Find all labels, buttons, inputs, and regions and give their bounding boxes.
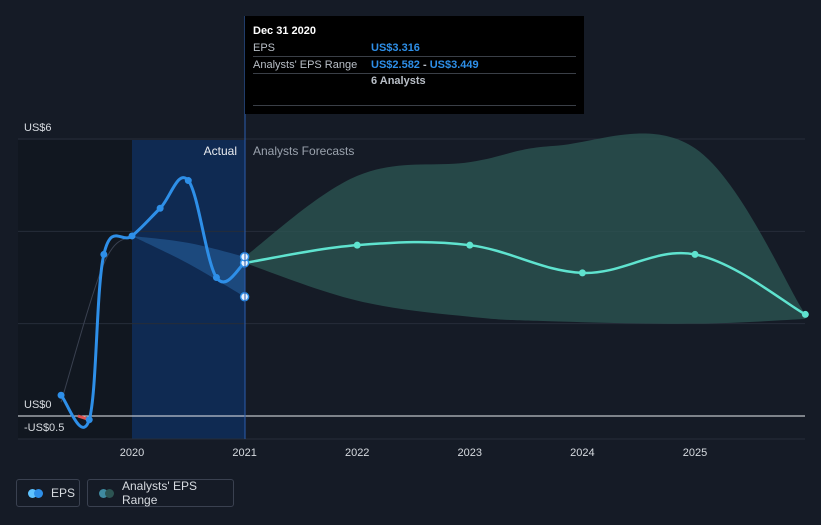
forecast-point	[801, 310, 809, 318]
tooltip-divider	[253, 105, 576, 106]
forecast-point	[578, 269, 586, 277]
actual-label: Actual	[204, 144, 237, 158]
forecast-range-band	[244, 133, 806, 324]
eps-point	[212, 274, 220, 281]
tooltip-range-value: US$2.582 - US$3.449	[371, 59, 479, 71]
x-tick-label: 2020	[120, 447, 144, 459]
tooltip: Dec 31 2020 EPS US$3.316 Analysts' EPS R…	[245, 16, 584, 114]
range-separator: -	[419, 59, 430, 71]
eps-point	[184, 177, 192, 185]
tooltip-analysts: 6 Analysts	[371, 75, 426, 87]
eps-point	[85, 416, 93, 424]
eps-legend-icon	[28, 488, 43, 498]
x-tick-label: 2025	[683, 447, 707, 459]
eps-point	[100, 250, 108, 258]
legend-eps[interactable]: EPS	[16, 479, 80, 507]
y-tick-label: US$0	[24, 399, 52, 411]
forecast-point	[691, 250, 699, 258]
forecast-point	[353, 241, 361, 249]
eps-point	[156, 204, 164, 212]
x-axis-ticks: 2020 2021 2022 2023 2024 2025	[120, 447, 707, 459]
range-high: US$3.449	[429, 59, 479, 71]
range-legend-icon	[99, 488, 114, 498]
forecasts-label: Analysts Forecasts	[253, 144, 354, 158]
legend-range[interactable]: Analysts' EPS Range	[87, 479, 234, 507]
tooltip-divider	[253, 73, 576, 74]
x-tick-label: 2022	[345, 447, 369, 459]
x-tick-label: 2021	[232, 447, 256, 459]
tooltip-eps-label: EPS	[253, 42, 276, 54]
x-tick-label: 2024	[570, 447, 594, 459]
tooltip-eps-value: US$3.316	[371, 42, 420, 54]
past-shade	[18, 140, 132, 439]
tooltip-date: Dec 31 2020	[253, 25, 316, 37]
eps-point	[128, 232, 136, 240]
tooltip-divider	[253, 56, 576, 57]
tooltip-range-label: Analysts' EPS Range	[253, 59, 358, 71]
highlight-column	[132, 140, 245, 439]
eps-point	[57, 391, 65, 399]
legend-eps-label: EPS	[51, 486, 76, 500]
forecast-point	[466, 241, 474, 249]
y-tick-label: -US$0.5	[24, 422, 64, 434]
y-tick-label: US$6	[24, 122, 52, 134]
legend-range-label: Analysts' EPS Range	[122, 479, 197, 507]
x-tick-label: 2023	[458, 447, 482, 459]
range-low: US$2.582	[371, 59, 420, 71]
